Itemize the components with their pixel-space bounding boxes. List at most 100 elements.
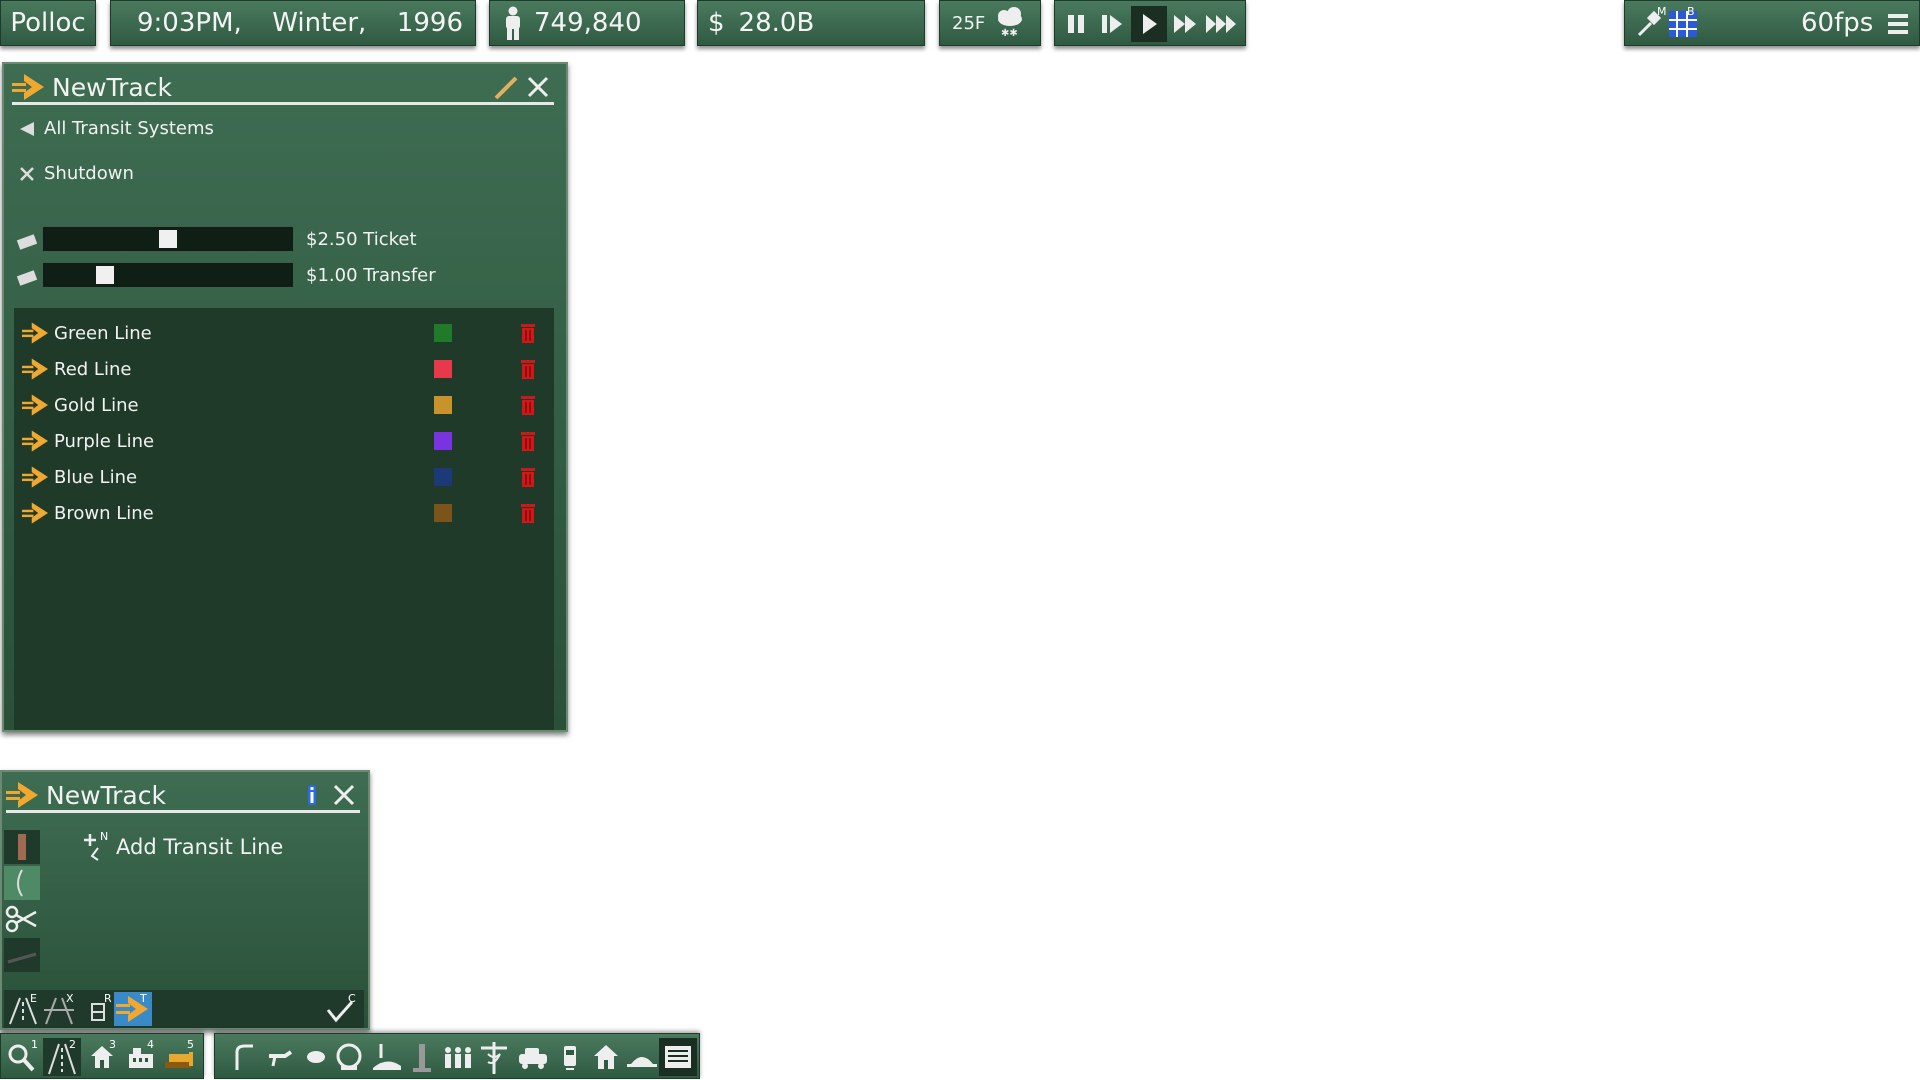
hamburger-icon [1888, 14, 1908, 34]
speed-controls [1054, 0, 1246, 46]
close-button[interactable] [524, 74, 552, 100]
cut-tool-button[interactable] [4, 902, 40, 936]
confirm-key: C [348, 992, 356, 1005]
trash-icon [521, 396, 535, 415]
play-button[interactable] [1131, 6, 1167, 42]
panel-title: NewTrack [52, 72, 172, 102]
mode-button-x[interactable]: X [42, 992, 76, 1026]
query-tool-button[interactable]: 1 [5, 1038, 39, 1074]
population-box[interactable]: 749,840 [489, 0, 685, 46]
close-icon [527, 76, 549, 98]
delete-line-button[interactable] [519, 466, 537, 488]
line-color-swatch[interactable] [434, 360, 452, 378]
grid-key-label: B [1687, 5, 1695, 18]
dam-button[interactable] [333, 1040, 367, 1074]
mode-button-t[interactable]: T [114, 992, 152, 1026]
line-color-swatch[interactable] [434, 432, 452, 450]
transit-arrow-icon [22, 394, 48, 416]
add-line-key: N [100, 830, 109, 843]
transit-line-name: Gold Line [54, 394, 139, 416]
transit-line-row[interactable]: Green Line [14, 318, 554, 348]
info-icon [308, 785, 316, 805]
mode-button-e[interactable]: E [6, 992, 40, 1026]
tool-close-button[interactable] [330, 782, 358, 808]
track-tool-button[interactable] [4, 830, 40, 864]
tool-mode-bar: E X R T C [4, 990, 364, 1028]
fast-button[interactable] [1171, 11, 1201, 37]
bulldoze-tool-button[interactable]: 5 [163, 1038, 201, 1074]
money-box[interactable]: $ 28.0B [697, 0, 925, 46]
line-color-swatch[interactable] [434, 468, 452, 486]
dam-icon [336, 1043, 362, 1070]
step-button[interactable] [1099, 11, 1125, 37]
police-button[interactable] [515, 1042, 551, 1072]
pause-icon [1068, 15, 1084, 33]
fastest-button[interactable] [1205, 11, 1241, 37]
building-tool-button[interactable]: 4 [125, 1038, 159, 1074]
play-icon [1143, 14, 1157, 34]
transit-line-name: Green Line [54, 322, 152, 344]
trash-icon [521, 504, 535, 523]
citizens-button[interactable] [441, 1042, 475, 1072]
line-color-swatch[interactable] [434, 324, 452, 342]
back-link[interactable]: All Transit Systems [18, 118, 214, 139]
transit-line-list: Green Line Red Line Gold Line Purple Line Bl… [14, 308, 554, 730]
transit-line-row[interactable]: Purple Line [14, 426, 554, 456]
city-name: Polloc [10, 8, 86, 38]
delete-line-button[interactable] [519, 430, 537, 452]
scissors-icon [5, 905, 37, 933]
transit-line-name: Red Line [54, 358, 132, 380]
pause-button[interactable] [1063, 11, 1089, 37]
mode-button-r[interactable]: R [86, 992, 116, 1026]
transfer-slider-knob[interactable] [96, 266, 114, 284]
news-button[interactable] [659, 1038, 697, 1076]
date-box[interactable]: 9:03PM, Winter, 1996 [110, 0, 476, 46]
confirm-button[interactable]: C [324, 992, 358, 1026]
water-button[interactable] [301, 1042, 331, 1072]
transit-arrow-icon [22, 430, 48, 452]
elevated-tool-button[interactable] [4, 938, 40, 972]
delete-line-button[interactable] [519, 358, 537, 380]
transit-line-row[interactable]: Red Line [14, 354, 554, 384]
zone-tool-button[interactable]: 3 [87, 1038, 121, 1074]
pin-button[interactable]: M [1635, 5, 1667, 39]
road-planner-button[interactable] [229, 1042, 259, 1072]
terrain-icon [373, 1044, 401, 1070]
transfer-price-slider[interactable] [42, 262, 294, 288]
terrain-button[interactable] [371, 1040, 405, 1074]
tower-button[interactable] [407, 1040, 437, 1074]
shutdown-button[interactable]: Shutdown [18, 163, 134, 184]
ticket-slider-knob[interactable] [159, 230, 177, 248]
line-color-swatch[interactable] [434, 396, 452, 414]
add-transit-line-button[interactable]: N Add Transit Line [82, 830, 283, 862]
transit-line-row[interactable]: Blue Line [14, 462, 554, 492]
curve-tool-button[interactable] [4, 866, 40, 900]
edit-button[interactable] [492, 74, 520, 100]
roads-tool-button[interactable]: 2 [43, 1038, 81, 1076]
ticket-price-label: $2.50 Ticket [306, 229, 417, 250]
mode-key-r: R [104, 992, 112, 1005]
pipes-button[interactable] [265, 1042, 295, 1072]
grid-overlay-button[interactable]: B [1667, 5, 1699, 39]
delete-line-button[interactable] [519, 394, 537, 416]
weather-box[interactable]: 25F ✱✱ [939, 0, 1041, 46]
ticket-price-slider[interactable] [42, 226, 294, 252]
info-button[interactable] [300, 783, 324, 807]
ticket-icon [16, 234, 38, 250]
delete-line-button[interactable] [519, 502, 537, 524]
delete-line-button[interactable] [519, 322, 537, 344]
panel-header: NewTrack [12, 72, 554, 105]
city-name-box[interactable]: Polloc [0, 0, 96, 46]
car-icon [519, 1048, 547, 1069]
transit-button[interactable] [555, 1042, 585, 1072]
key-3: 3 [109, 1038, 116, 1051]
line-color-swatch[interactable] [434, 504, 452, 522]
housing-button[interactable] [591, 1040, 621, 1074]
menu-button[interactable] [1885, 10, 1911, 38]
right-status-box: M B 60fps [1624, 0, 1920, 46]
transit-line-row[interactable]: Gold Line [14, 390, 554, 420]
landmark-button[interactable] [625, 1042, 659, 1072]
transit-line-row[interactable]: Brown Line [14, 498, 554, 528]
health-button[interactable] [477, 1038, 511, 1076]
track-icon [18, 834, 26, 860]
